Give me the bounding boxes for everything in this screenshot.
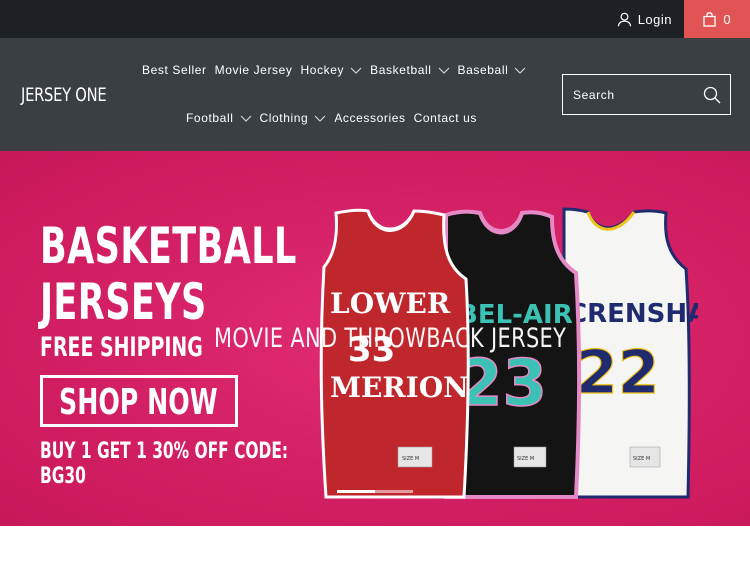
search-icon[interactable] [703,86,721,104]
nav-label: Best Seller [142,63,207,77]
chevron-down-icon [240,115,251,122]
nav-item-baseball[interactable]: Baseball [458,63,527,77]
shopping-bag-icon [703,11,717,27]
shop-now-label: SHOP NOW [59,382,218,423]
jersey-name-2: MERION [330,371,469,404]
cart-button[interactable]: 0 [684,0,750,38]
hero-headline: BASKETBALL [40,217,297,275]
search-box [562,74,731,115]
chevron-down-icon [350,67,362,74]
hero-banner[interactable]: BASKETBALL JERSEYS FREE SHIPPING SHOP NO… [0,151,750,526]
nav-item-accessories[interactable]: Accessories [334,111,405,125]
shop-now-button[interactable]: SHOP NOW [40,375,238,427]
hero-headline-2: JERSEYS [40,273,207,331]
chevron-down-icon [438,67,449,74]
jersey-name: LOWER [330,287,451,320]
chevron-down-icon [314,115,326,122]
nav-label: Contact us [413,111,477,125]
nav-label: Basketball [370,63,432,77]
nav-item-football[interactable]: Football [186,111,252,125]
offer-code: BG30 [40,464,86,489]
nav-label: Clothing [259,111,309,125]
main-nav-row-1: Best Seller Movie Jersey Hockey Basketba… [142,61,534,79]
top-bar: Login 0 [0,0,750,38]
slide-indicators [337,490,413,493]
main-nav-row-2: Football Clothing Accessories Contact us [186,109,485,127]
size-tag: SIZE M [402,456,419,462]
nav-item-movie-jersey[interactable]: Movie Jersey [215,63,293,77]
site-logo[interactable]: JERSEY ONE [21,84,107,106]
nav-label: Accessories [334,111,406,125]
nav-label: Hockey [300,63,345,77]
nav-item-hockey[interactable]: Hockey [301,63,363,77]
nav-item-contact-us[interactable]: Contact us [414,111,477,125]
nav-label: Movie Jersey [214,63,293,77]
jerseys-image: CRENSHAW 22 SIZE M BEL-AIR 23 SIZE M LOW… [319,207,698,499]
jersey-name: CRENSHAW [568,299,698,329]
jersey-number: 23 [458,347,547,421]
slide-dot-2[interactable] [375,490,413,493]
size-tag: SIZE M [517,456,534,462]
nav-item-clothing[interactable]: Clothing [260,111,327,125]
slide-dot-1[interactable] [337,490,375,493]
offer-line: BUY 1 GET 1 30% OFF CODE: [40,439,289,464]
cart-count: 0 [723,11,731,27]
nav-label: Football [186,111,234,125]
login-link[interactable]: Login [617,0,672,38]
jersey-number: 22 [576,338,660,408]
nav-label: Baseball [457,63,509,77]
nav-item-basketball[interactable]: Basketball [370,63,449,77]
nav-item-best-seller[interactable]: Best Seller [142,63,207,77]
main-header: JERSEY ONE Best Seller Movie Jersey Hock… [0,38,750,151]
search-input[interactable] [573,87,693,102]
jersey-crenshaw: CRENSHAW 22 SIZE M [562,207,698,499]
user-icon [617,12,631,26]
hero-offer: BUY 1 GET 1 30% OFF CODE: BG30 [40,439,288,489]
slide-caption: MOVIE AND THROWBACK JERSEY [214,323,567,354]
login-label: Login [637,11,672,27]
size-tag: SIZE M [633,456,650,462]
chevron-down-icon [514,67,526,74]
hero-free-shipping: FREE SHIPPING [40,332,203,363]
